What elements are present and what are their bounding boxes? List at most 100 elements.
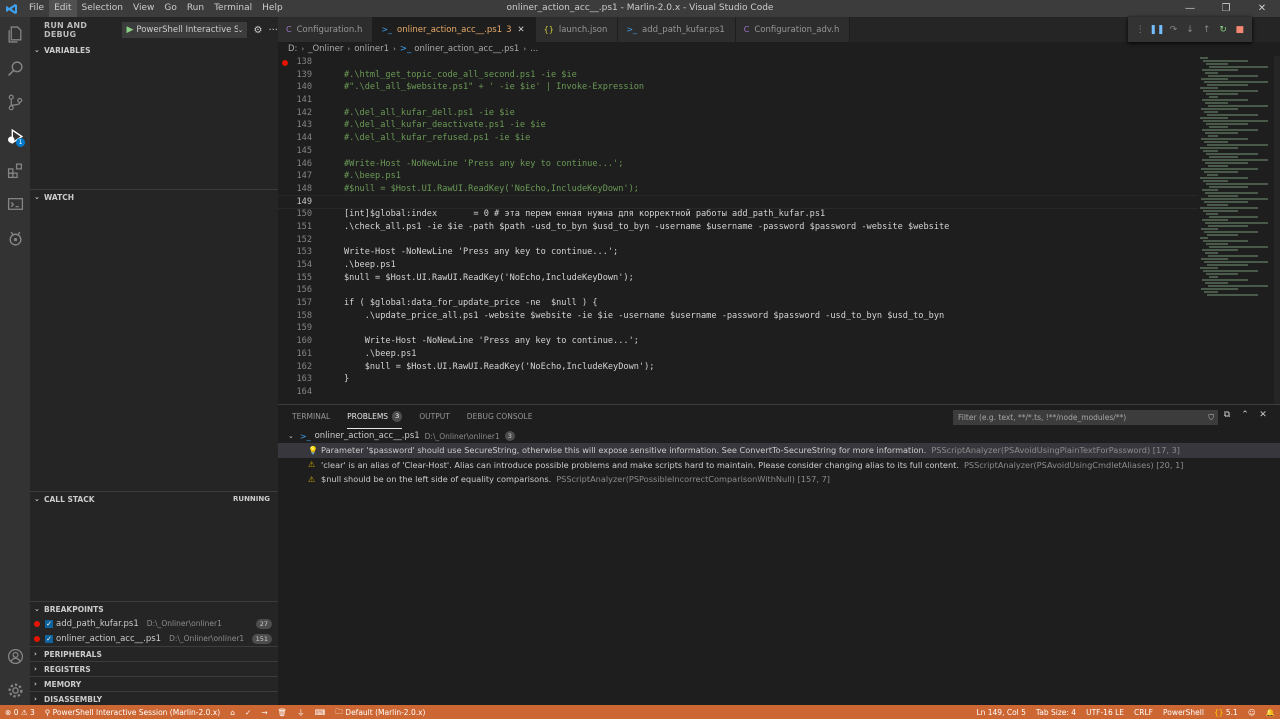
code-line[interactable]: 139 #.\html_get_topic_code_all_second.ps1… — [278, 69, 1198, 82]
platformio-icon[interactable] — [0, 221, 30, 255]
section-breakpoints[interactable]: ⌄ BREAKPOINTS — [30, 601, 278, 616]
breadcrumb-folder[interactable]: _Onliner — [308, 44, 343, 54]
tab-onliner-action-acc[interactable]: >_ onliner_action_acc__.ps1 3 ✕ — [373, 17, 536, 42]
code-line[interactable]: 142 #.\del_all_kufar_dell.ps1 -ie $ie — [278, 107, 1198, 120]
code-line[interactable]: 146 #Write-Host -NoNewLine 'Press any key… — [278, 158, 1198, 171]
breadcrumb-symbol[interactable]: ... — [530, 44, 538, 54]
more-actions-icon[interactable]: ··· — [268, 25, 278, 36]
line-number[interactable]: 156 — [278, 284, 328, 297]
code-line[interactable]: 141 — [278, 94, 1198, 107]
line-number[interactable]: 141 — [278, 94, 328, 107]
code-line[interactable]: 163} — [278, 373, 1198, 386]
minimize-icon[interactable]: — — [1172, 0, 1208, 17]
line-number[interactable]: 163 — [278, 373, 328, 386]
menu-view[interactable]: View — [128, 0, 159, 17]
tab-output[interactable]: OUTPUT — [419, 405, 450, 429]
code-line[interactable]: 155 $null = $Host.UI.RawUI.ReadKey('NoEch… — [278, 272, 1198, 285]
code-line[interactable]: 140 #".\del_all_$website.ps1" + ' -ie $ie… — [278, 81, 1198, 94]
collapse-all-icon[interactable]: ⧉ — [1218, 410, 1236, 420]
code-line[interactable]: 161 .\beep.ps1 — [278, 348, 1198, 361]
line-number[interactable]: 139 — [278, 69, 328, 82]
tab-size[interactable]: Tab Size: 4 — [1031, 708, 1081, 717]
code-line[interactable]: 154 .\beep.ps1 — [278, 259, 1198, 272]
line-number[interactable]: 158 — [278, 310, 328, 323]
settings-gear-icon[interactable] — [0, 673, 30, 707]
code-line[interactable]: 150 [int]$global:index = 0 # эта перем ен… — [278, 208, 1198, 221]
tab-debug-console[interactable]: DEBUG CONSOLE — [467, 405, 533, 429]
line-number[interactable]: 161 — [278, 348, 328, 361]
section-call-stack[interactable]: ⌄ CALL STACK RUNNING — [30, 491, 278, 506]
breadcrumb-file[interactable]: onliner_action_acc__.ps1 — [414, 44, 519, 54]
code-editor[interactable]: 138 139 #.\html_get_topic_code_all_second.… — [278, 56, 1198, 404]
code-line[interactable]: 158 .\update_price_all.ps1 -website $web… — [278, 310, 1198, 323]
accounts-icon[interactable] — [0, 639, 30, 673]
code-line[interactable]: 153 Write-Host -NoNewLine 'Press any key … — [278, 246, 1198, 259]
breakpoint-dot-icon[interactable] — [282, 60, 288, 66]
line-number[interactable]: 152 — [278, 234, 328, 247]
line-number[interactable]: 155 — [278, 272, 328, 285]
trash-icon[interactable]: 🗑 — [273, 708, 293, 717]
line-number[interactable]: 153 — [278, 246, 328, 259]
close-panel-icon[interactable]: ✕ — [1254, 410, 1272, 420]
menu-selection[interactable]: Selection — [77, 0, 128, 17]
problem-item[interactable]: ⚠ 'clear' is an alias of 'Clear-Host'. A… — [278, 458, 1280, 473]
notifications-bell-icon[interactable]: 🔔 — [1261, 708, 1280, 717]
breakpoint-checkbox[interactable]: ✓ — [45, 634, 53, 643]
terminal-icon[interactable]: ⌨ — [310, 708, 331, 717]
debug-session-status[interactable]: ⚲ PowerShell Interactive Session (Marlin… — [40, 708, 225, 717]
code-line[interactable]: 151 .\check_all.ps1 -ie $ie -path $path -… — [278, 60, 1198, 234]
line-number[interactable]: 143 — [278, 119, 328, 132]
section-disassembly[interactable]: › DISASSEMBLY — [30, 691, 278, 706]
line-number[interactable]: 140 — [278, 81, 328, 94]
breakpoint-checkbox[interactable]: ✓ — [45, 619, 53, 628]
section-variables[interactable]: ⌄ VARIABLES — [30, 43, 278, 58]
line-ending[interactable]: CRLF — [1129, 708, 1158, 717]
code-line[interactable]: 156 — [278, 284, 1198, 297]
line-number[interactable]: 154 — [278, 259, 328, 272]
remote-explorer-icon[interactable] — [0, 187, 30, 221]
line-number[interactable]: 145 — [278, 145, 328, 158]
code-line[interactable]: 144 #.\del_all_kufar_refused.ps1 -ie $ie — [278, 132, 1198, 145]
tab-terminal[interactable]: TERMINAL — [292, 405, 330, 429]
problem-item[interactable]: 💡 Parameter '$password' should use Secur… — [278, 443, 1280, 458]
section-peripherals[interactable]: › PERIPHERALS — [30, 646, 278, 661]
minimap[interactable] — [1198, 56, 1274, 404]
home-icon[interactable]: ⌂ — [225, 708, 240, 717]
tab-configuration-adv-h[interactable]: C Configuration_adv.h — [735, 17, 851, 42]
line-number[interactable]: 150 — [278, 208, 328, 221]
code-line[interactable]: 145 — [278, 145, 1198, 158]
step-into-icon[interactable]: ↓ — [1182, 25, 1199, 35]
close-window-icon[interactable]: ✕ — [1244, 0, 1280, 17]
breadcrumb-drive[interactable]: D: — [288, 44, 297, 54]
code-line[interactable]: 138 — [278, 56, 1198, 69]
line-number[interactable]: 147 — [278, 170, 328, 183]
restore-icon[interactable]: ❐ — [1208, 0, 1244, 17]
code-line[interactable]: 148 #$null = $Host.UI.RawUI.ReadKey('NoEc… — [278, 183, 1198, 196]
code-line[interactable]: 147 #.\beep.ps1 — [278, 170, 1198, 183]
code-line[interactable]: 152 — [278, 234, 1198, 247]
restart-icon[interactable]: ↻ — [1215, 25, 1232, 35]
code-line[interactable]: 159 — [278, 322, 1198, 335]
arrow-right-icon[interactable]: → — [256, 708, 272, 717]
extensions-icon[interactable] — [0, 153, 30, 187]
problems-status[interactable]: ⊗ 0 ⚠ 3 — [0, 708, 40, 717]
menu-go[interactable]: Go — [159, 0, 181, 17]
gear-icon[interactable]: ⚙ — [253, 25, 262, 36]
tab-launch-json[interactable]: {} launch.json — [535, 17, 619, 42]
editor-scrollbar[interactable] — [1274, 56, 1280, 404]
pause-icon[interactable]: ❚❚ — [1149, 25, 1166, 35]
source-control-icon[interactable] — [0, 85, 30, 119]
language-mode[interactable]: PowerShell — [1158, 708, 1209, 717]
drag-handle-icon[interactable]: ⋮ — [1132, 25, 1149, 35]
file-encoding[interactable]: UTF-16 LE — [1081, 708, 1129, 717]
plug-icon[interactable]: ⏚ — [292, 707, 310, 718]
step-out-icon[interactable]: ↑ — [1198, 25, 1215, 35]
tab-problems[interactable]: PROBLEMS 3 — [347, 405, 403, 429]
maximize-panel-icon[interactable]: ⌃ — [1236, 410, 1254, 420]
code-line[interactable]: 160 Write-Host -NoNewLine 'Press any key… — [278, 335, 1198, 348]
menu-run[interactable]: Run — [182, 0, 209, 17]
breakpoint-item[interactable]: ✓ add_path_kufar.ps1 D:\_Onliner\onliner… — [30, 616, 278, 631]
search-icon[interactable] — [0, 51, 30, 85]
line-number[interactable]: 159 — [278, 322, 328, 335]
explorer-icon[interactable] — [0, 17, 30, 51]
